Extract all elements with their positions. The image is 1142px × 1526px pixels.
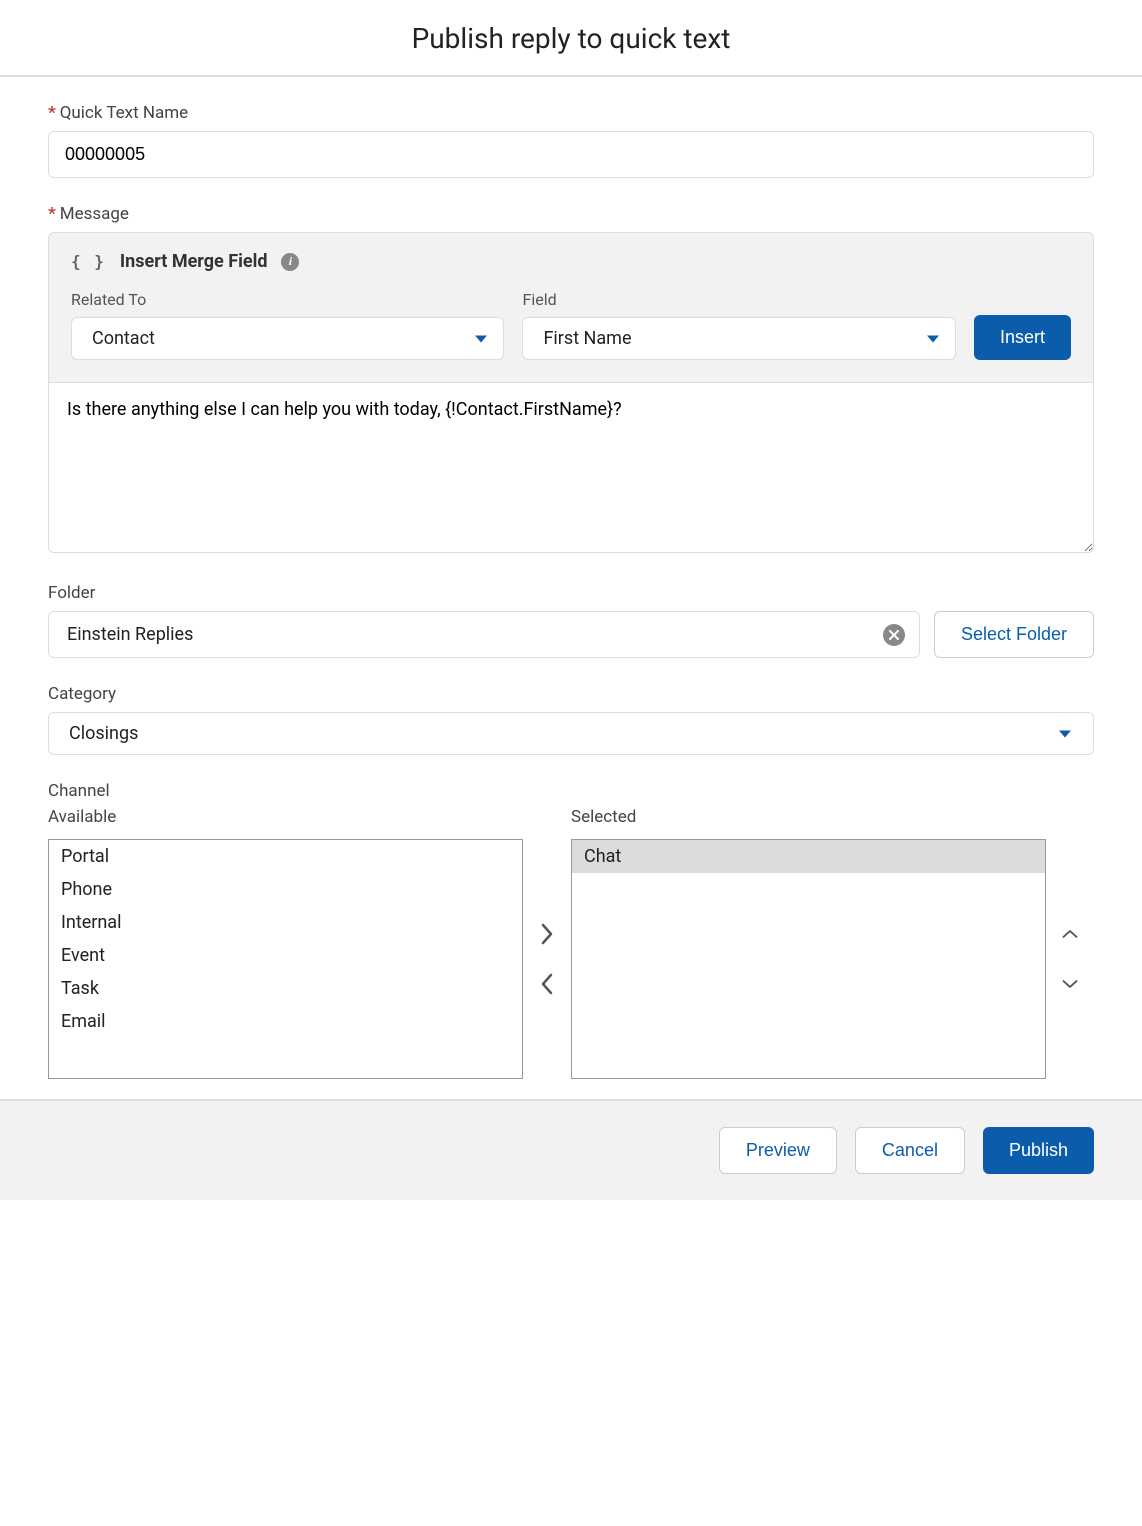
- insert-button[interactable]: Insert: [974, 315, 1071, 360]
- category-value: Closings: [69, 723, 138, 744]
- available-label: Available: [48, 807, 523, 827]
- list-item[interactable]: Task: [49, 972, 522, 1005]
- chevron-down-icon: [927, 335, 939, 342]
- available-col: Available PortalPhoneInternalEventTaskEm…: [48, 807, 523, 1079]
- folder-group: Folder Einstein Replies Select Folder: [48, 583, 1094, 658]
- braces-icon: { }: [71, 252, 106, 271]
- channel-group: Channel Available PortalPhoneInternalEve…: [48, 781, 1094, 1079]
- selected-label: Selected: [571, 807, 1046, 827]
- list-item[interactable]: Event: [49, 939, 522, 972]
- field-select[interactable]: First Name: [522, 317, 955, 360]
- field-label: Field: [522, 290, 955, 309]
- selected-listbox[interactable]: Chat: [571, 839, 1046, 1079]
- publish-button[interactable]: Publish: [983, 1127, 1094, 1174]
- category-select[interactable]: Closings: [48, 712, 1094, 755]
- transfer-arrows: [523, 807, 571, 1079]
- modal-footer: Preview Cancel Publish: [0, 1099, 1142, 1200]
- field-col: Field First Name: [522, 290, 955, 360]
- clear-icon[interactable]: [883, 624, 905, 646]
- modal-title: Publish reply to quick text: [0, 22, 1142, 55]
- reorder-arrows: [1046, 807, 1094, 1079]
- preview-button[interactable]: Preview: [719, 1127, 837, 1174]
- move-down-button[interactable]: [1056, 970, 1084, 998]
- channel-label: Channel: [48, 781, 1094, 801]
- folder-value: Einstein Replies: [67, 624, 193, 645]
- field-value: First Name: [543, 328, 631, 349]
- chevron-down-icon: [1059, 730, 1071, 737]
- related-to-col: Related To Contact: [71, 290, 504, 360]
- quick-text-name-input[interactable]: [48, 131, 1094, 178]
- quick-text-name-group: Quick Text Name: [48, 103, 1094, 178]
- category-label: Category: [48, 684, 1094, 704]
- chevron-down-icon: [475, 335, 487, 342]
- modal-body: Quick Text Name Message { } Insert Merge…: [0, 77, 1142, 1099]
- merge-fields-row: Related To Contact Field First Name: [71, 290, 1071, 360]
- folder-label: Folder: [48, 583, 1094, 603]
- related-to-value: Contact: [92, 328, 155, 349]
- modal-header: Publish reply to quick text: [0, 0, 1142, 77]
- related-to-label: Related To: [71, 290, 504, 309]
- move-left-button[interactable]: [533, 970, 561, 998]
- publish-quick-text-modal: Publish reply to quick text Quick Text N…: [0, 0, 1142, 1200]
- merge-title-row: { } Insert Merge Field i: [71, 251, 1071, 272]
- related-to-select[interactable]: Contact: [71, 317, 504, 360]
- message-group: Message { } Insert Merge Field i Related…: [48, 204, 1094, 557]
- list-item[interactable]: Portal: [49, 840, 522, 873]
- move-up-button[interactable]: [1056, 920, 1084, 948]
- list-item[interactable]: Phone: [49, 873, 522, 906]
- merge-field-panel: { } Insert Merge Field i Related To Cont…: [48, 232, 1094, 383]
- folder-input[interactable]: Einstein Replies: [48, 611, 920, 658]
- available-listbox[interactable]: PortalPhoneInternalEventTaskEmail: [48, 839, 523, 1079]
- folder-row: Einstein Replies Select Folder: [48, 611, 1094, 658]
- cancel-button[interactable]: Cancel: [855, 1127, 965, 1174]
- info-icon[interactable]: i: [281, 253, 299, 271]
- merge-field-title: Insert Merge Field: [120, 251, 268, 272]
- list-item[interactable]: Chat: [572, 840, 1045, 873]
- select-folder-button[interactable]: Select Folder: [934, 611, 1094, 658]
- message-label: Message: [48, 204, 1094, 224]
- message-textarea[interactable]: [48, 383, 1094, 553]
- selected-col: Selected Chat: [571, 807, 1046, 1079]
- list-item[interactable]: Internal: [49, 906, 522, 939]
- quick-text-name-label: Quick Text Name: [48, 103, 1094, 123]
- dual-listbox: Available PortalPhoneInternalEventTaskEm…: [48, 807, 1094, 1079]
- list-item[interactable]: Email: [49, 1005, 522, 1038]
- move-right-button[interactable]: [533, 920, 561, 948]
- category-group: Category Closings: [48, 684, 1094, 755]
